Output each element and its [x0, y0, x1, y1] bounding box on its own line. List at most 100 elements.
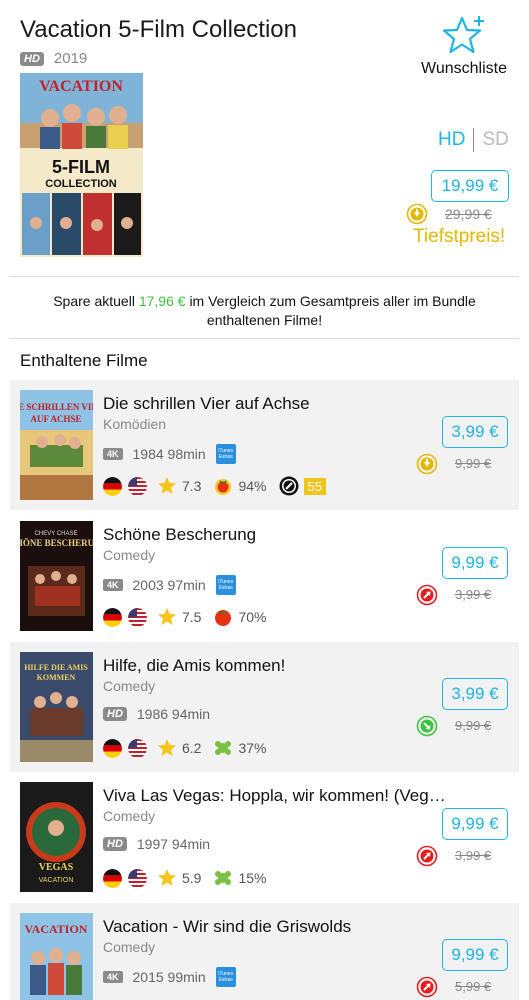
splat-icon: [215, 741, 232, 755]
imdb-star-icon: [158, 869, 176, 886]
itunes-extras-icon: iTunes Extras: [215, 444, 236, 464]
film-price-button[interactable]: 3,99 €: [442, 416, 508, 448]
film-meta: 4K 2015 99min iTunes Extras: [103, 967, 236, 987]
quality-badge: 4K: [103, 971, 123, 983]
ratings-row: 7.5 70%: [103, 607, 279, 627]
film-price-button[interactable]: 9,99 €: [442, 808, 508, 840]
svg-text:DIE SCHRILLEN VIER: DIE SCHRILLEN VIER: [20, 402, 93, 412]
ratings-row: 6.2 37%: [103, 738, 279, 758]
format-sd[interactable]: SD: [482, 129, 508, 151]
film-row[interactable]: VEGAS VACATION Viva Las Vegas: Hoppla, w…: [10, 772, 519, 902]
film-meta: 4K 2003 97min iTunes Extras: [103, 575, 236, 595]
film-price-button[interactable]: 9,99 €: [442, 547, 508, 579]
film-genre: Comedy: [103, 678, 156, 694]
film-poster[interactable]: DIE SCHRILLEN VIER AUF ACHSE: [20, 390, 93, 500]
quality-badge: HD: [103, 837, 127, 851]
flag-us-icon: [128, 608, 147, 627]
film-old-price: 3,99 €: [455, 587, 492, 602]
film-old-price: 3,99 €: [455, 848, 492, 863]
price-down-green-icon: [416, 715, 438, 737]
imdb-rating: 7.5: [182, 609, 202, 625]
film-meta: 4K 1984 98min iTunes Extras: [103, 444, 236, 464]
savings-suffix: im Vergleich zum Gesamtpreis aller im Bu…: [189, 293, 476, 328]
film-title: Schöne Bescherung: [103, 525, 257, 544]
film-genre: Comedy: [103, 808, 156, 824]
quality-badge: 4K: [103, 579, 123, 591]
svg-text:5-FILM: 5-FILM: [52, 157, 110, 177]
tomato-score: 37%: [238, 740, 267, 756]
savings-amount: 17,96 €: [138, 293, 186, 309]
svg-text:KOMMEN: KOMMEN: [37, 673, 76, 682]
quality-year-row: HD 2019: [20, 50, 87, 67]
svg-text:HILFE DIE AMIS: HILFE DIE AMIS: [24, 663, 88, 672]
format-hd[interactable]: HD: [438, 129, 465, 151]
film-price-button[interactable]: 9,99 €: [442, 939, 508, 971]
film-title: Vacation - Wir sind die Griswolds: [103, 917, 352, 936]
section-title: Enthaltene Filme: [20, 351, 148, 370]
film-row[interactable]: DIE SCHRILLEN VIER AUF ACHSE Die schrill…: [10, 380, 519, 510]
flag-de-icon: [103, 477, 122, 496]
year-runtime: 1986 94min: [136, 706, 211, 722]
film-meta: HD 1997 94min: [103, 836, 210, 852]
film-poster[interactable]: VEGAS VACATION: [20, 782, 93, 892]
film-old-price: 9,99 €: [455, 718, 492, 733]
year-runtime: 2015 99min: [132, 969, 206, 985]
imdb-rating: 5.9: [182, 870, 202, 886]
release-year: 2019: [53, 50, 88, 67]
svg-text:SCHÖNE BESCHERUNG: SCHÖNE BESCHERUNG: [20, 538, 93, 548]
hd-badge: HD: [20, 51, 44, 66]
rotten-tomatoes-certified-icon: [215, 479, 232, 495]
price-down-icon: [416, 453, 438, 475]
film-row[interactable]: VACATION Vacation - Wir sind die Griswol…: [10, 903, 519, 1000]
film-row[interactable]: HILFE DIE AMIS KOMMEN Hilfe, die Amis ko…: [10, 642, 519, 772]
film-meta: HD 1986 94min: [103, 706, 210, 722]
flag-us-icon: [128, 477, 147, 496]
film-price-button[interactable]: 3,99 €: [442, 678, 508, 710]
film-poster[interactable]: CHEVY CHASE SCHÖNE BESCHERUNG: [20, 521, 93, 631]
film-title: Viva Las Vegas: Hoppla, wir kommen! (Veg…: [103, 786, 446, 805]
wishlist-button[interactable]: Wunschliste: [412, 14, 516, 78]
film-old-price: 9,99 €: [455, 456, 492, 471]
svg-text:COLLECTION: COLLECTION: [45, 178, 117, 190]
film-old-price: 5,99 €: [455, 979, 492, 994]
savings-prefix: Spare aktuell: [53, 293, 135, 309]
format-toggle: HD SD: [438, 128, 509, 152]
film-genre: Comedy: [103, 547, 156, 563]
price-up-icon: [416, 976, 438, 998]
film-row[interactable]: CHEVY CHASE SCHÖNE BESCHERUNG Schöne Bes…: [10, 511, 519, 641]
bundle-old-price: 29,99 €: [445, 206, 492, 222]
svg-text:CHEVY CHASE: CHEVY CHASE: [35, 531, 78, 537]
bundle-header: Vacation 5-Film Collection HD 2019 VACAT…: [0, 0, 529, 276]
film-title: Hilfe, die Amis kommen!: [103, 656, 286, 675]
splat-icon: [215, 871, 232, 885]
svg-text:VACATION: VACATION: [25, 922, 88, 936]
metacritic-icon: [279, 476, 298, 496]
savings-text: Spare aktuell 17,96 € im Vergleich zum G…: [20, 292, 509, 330]
year-runtime: 1984 98min: [132, 446, 206, 462]
itunes-extras-icon: iTunes Extras: [215, 575, 236, 595]
svg-text:AUF ACHSE: AUF ACHSE: [31, 414, 82, 424]
price-down-icon: [406, 203, 428, 225]
divider: [10, 276, 519, 277]
price-up-icon: [416, 845, 438, 867]
ratings-row: 7.3 94% 55: [103, 476, 326, 496]
svg-text:VEGAS: VEGAS: [39, 862, 74, 873]
film-poster[interactable]: VACATION: [20, 913, 93, 1000]
imdb-star-icon: [158, 608, 176, 625]
wishlist-label: Wunschliste: [421, 60, 507, 77]
bundle-price-button[interactable]: 19,99 €: [431, 170, 509, 202]
bundle-poster[interactable]: VACATION 5-FILM COLLECTION: [20, 73, 143, 257]
divider: [10, 338, 519, 339]
star-plus-icon: [442, 16, 484, 54]
tomato-score: 94%: [238, 478, 267, 494]
film-genre: Komödien: [103, 416, 167, 432]
page-title: Vacation 5-Film Collection: [20, 16, 297, 43]
format-separator: [473, 128, 475, 152]
price-up-icon: [416, 584, 438, 606]
film-poster[interactable]: HILFE DIE AMIS KOMMEN: [20, 652, 93, 762]
quality-badge: 4K: [103, 448, 123, 460]
svg-text:VACATION: VACATION: [39, 78, 123, 95]
tomato-score: 15%: [238, 870, 267, 886]
quality-badge: HD: [103, 707, 127, 721]
lowest-price-label: Tiefstpreis!: [413, 226, 506, 247]
